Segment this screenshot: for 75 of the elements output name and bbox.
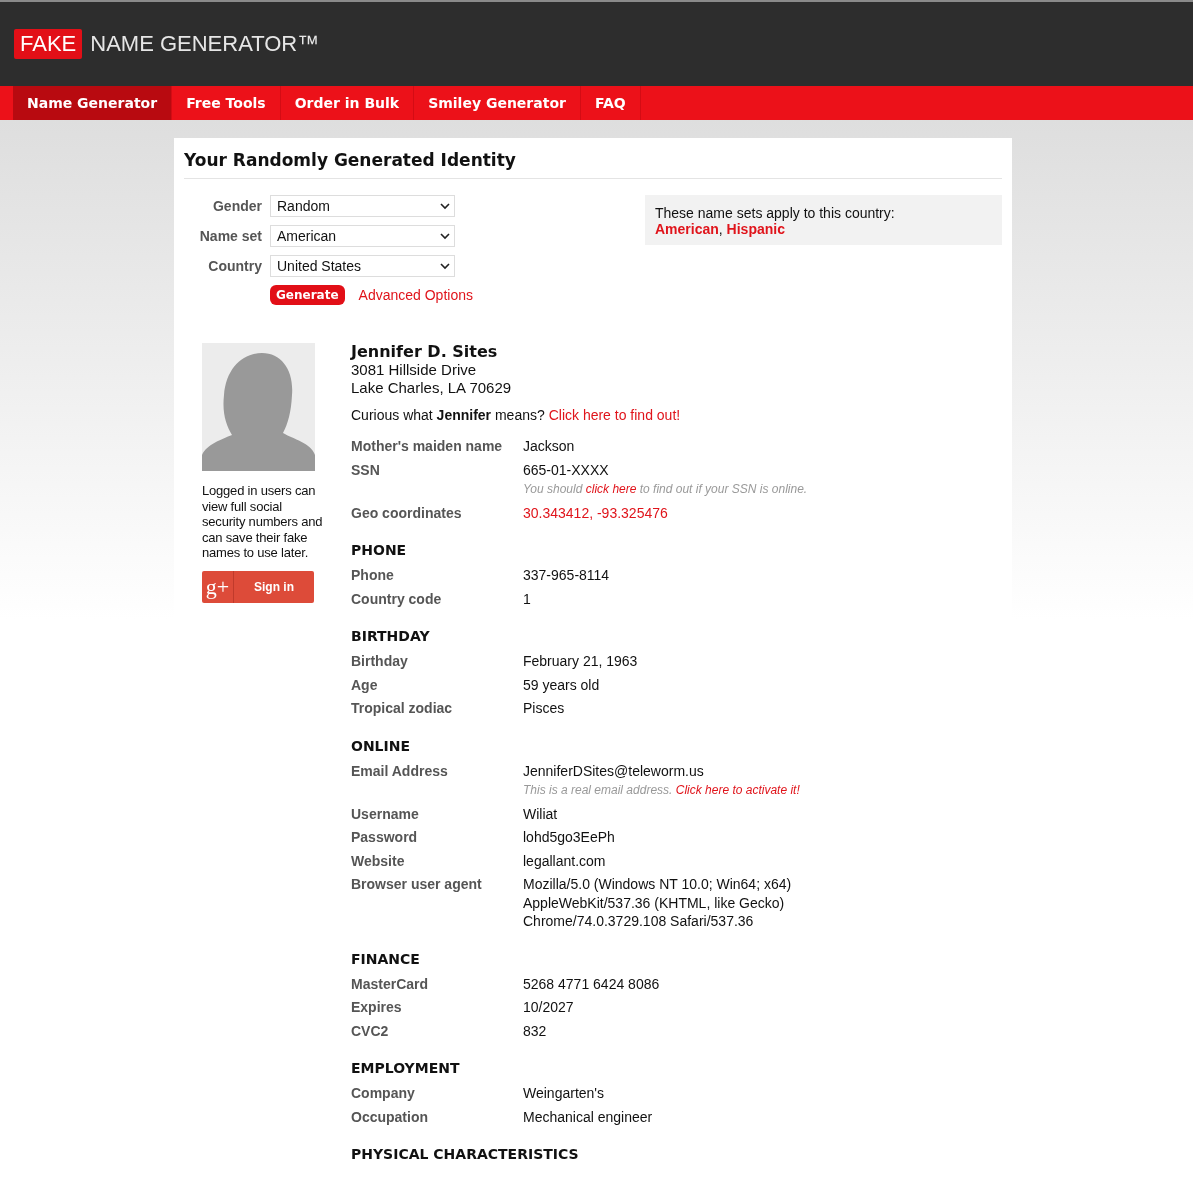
field-value: Mozilla/5.0 (Windows NT 10.0; Win64; x64) AppleWebKit/537.36 (KHTML, like Gecko) Chrome/74.0.3729.108 Safari/537.36: [523, 875, 792, 931]
logo-text: NAME GENERATOR™: [90, 31, 320, 57]
field-name: SSN: [351, 460, 381, 480]
field-value: 665-01-XXXX: [523, 460, 610, 479]
hint-link[interactable]: Click here to activate it!: [675, 783, 800, 797]
chevron-icon: [440, 232, 450, 240]
chevron-icon: [440, 262, 450, 270]
section-heading: PHYSICAL CHARACTERISTICS: [351, 1146, 580, 1162]
field-value: 832: [523, 1021, 547, 1040]
field-value: 337-965-8114: [523, 566, 610, 585]
field-name: Expires: [351, 998, 403, 1017]
field-name: Birthday: [351, 652, 409, 671]
find-out-link[interactable]: Click here to find out!: [548, 407, 681, 423]
section-heading: ONLINE: [351, 737, 412, 754]
field-value: 5268 4771 6424 8086: [523, 974, 660, 993]
section-heading: BIRTHDAY: [351, 628, 431, 644]
field-name: Geo coordinates: [351, 503, 463, 522]
field-value: Mechanical engineer: [523, 1107, 653, 1126]
person-silhouette-icon: [202, 343, 315, 471]
chevron-icon: [440, 202, 450, 210]
field-name: Password: [351, 828, 419, 847]
logo-badge: FAKE: [14, 29, 83, 59]
person-name: Jennifer D. Sites: [351, 343, 499, 361]
generate-button[interactable]: Generate: [270, 285, 345, 305]
field-name: Occupation: [351, 1107, 429, 1126]
hint-link[interactable]: click here: [585, 482, 637, 496]
field-label: Country: [207, 258, 262, 274]
field-name: Mother's maiden name: [351, 437, 504, 456]
field-label: Gender: [212, 198, 262, 214]
nav-tab[interactable]: Smiley Generator: [414, 86, 581, 120]
field-name: Age: [351, 675, 379, 694]
nav-tab[interactable]: Order in Bulk: [280, 86, 415, 120]
info-text: These name sets apply to this country:: [655, 205, 896, 221]
field-value: legallant.com: [523, 851, 606, 870]
field-value: Pisces: [523, 699, 565, 718]
section-heading: FINANCE: [351, 950, 421, 967]
page-title: Your Randomly Generated Identity: [184, 150, 1002, 179]
name-sets: American, Hispanic: [655, 221, 786, 237]
field-name: CVC2: [351, 1021, 390, 1040]
nav-tab[interactable]: FAQ: [580, 86, 641, 120]
google-sign-in-button[interactable]: g+ Sign in: [202, 570, 314, 603]
dropdown[interactable]: United States: [270, 255, 455, 277]
field-value: 59 years old: [523, 675, 600, 694]
field-value: JenniferDSites@teleworm.us: [523, 761, 705, 780]
field-name: Email Address: [351, 761, 449, 781]
field-name: Username: [351, 804, 420, 823]
section-heading: EMPLOYMENT: [351, 1060, 461, 1076]
field-value: Jackson: [523, 437, 575, 456]
field-name: Country code: [351, 589, 443, 608]
section-heading: PHONE: [351, 542, 408, 558]
field-value: February 21, 1963: [523, 652, 638, 671]
nav-tab[interactable]: Name Generator: [13, 86, 173, 120]
field-value: Weingarten's: [523, 1084, 604, 1103]
field-hint: You should click here to find out if your SSN is online.: [523, 481, 808, 498]
field-name: Website: [351, 851, 406, 870]
field-name: Phone: [351, 566, 395, 585]
nav-tab[interactable]: Free Tools: [172, 86, 281, 120]
login-note: Logged in users can view full social security numbers and can save their fake names to use later.: [202, 483, 324, 561]
field-value: Wiliat: [523, 804, 558, 823]
field-hint: This is a real email address. Click here to activate it!: [523, 782, 800, 799]
curious-sentence: Curious what Jennifer means? Click here to find out!: [351, 407, 682, 423]
field-value: lohd5go3EePh: [523, 828, 615, 847]
field-label: Name set: [198, 228, 262, 244]
field-name: Company: [351, 1084, 416, 1103]
field-value: 1: [523, 589, 531, 608]
field-value: 10/2027: [523, 998, 574, 1017]
dropdown[interactable]: American: [270, 225, 455, 247]
field-name: MasterCard: [351, 974, 430, 993]
address-line: Lake Charles, LA 70629: [351, 379, 513, 397]
dropdown[interactable]: Random: [270, 195, 455, 217]
address-line: 3081 Hillside Drive: [351, 361, 478, 379]
advanced-options-link[interactable]: Advanced Options: [358, 287, 473, 303]
field-name: Tropical zodiac: [351, 699, 454, 718]
coordinates-link[interactable]: 30.343412, -93.325476: [523, 503, 668, 522]
field-name: Browser user agent: [351, 875, 483, 894]
